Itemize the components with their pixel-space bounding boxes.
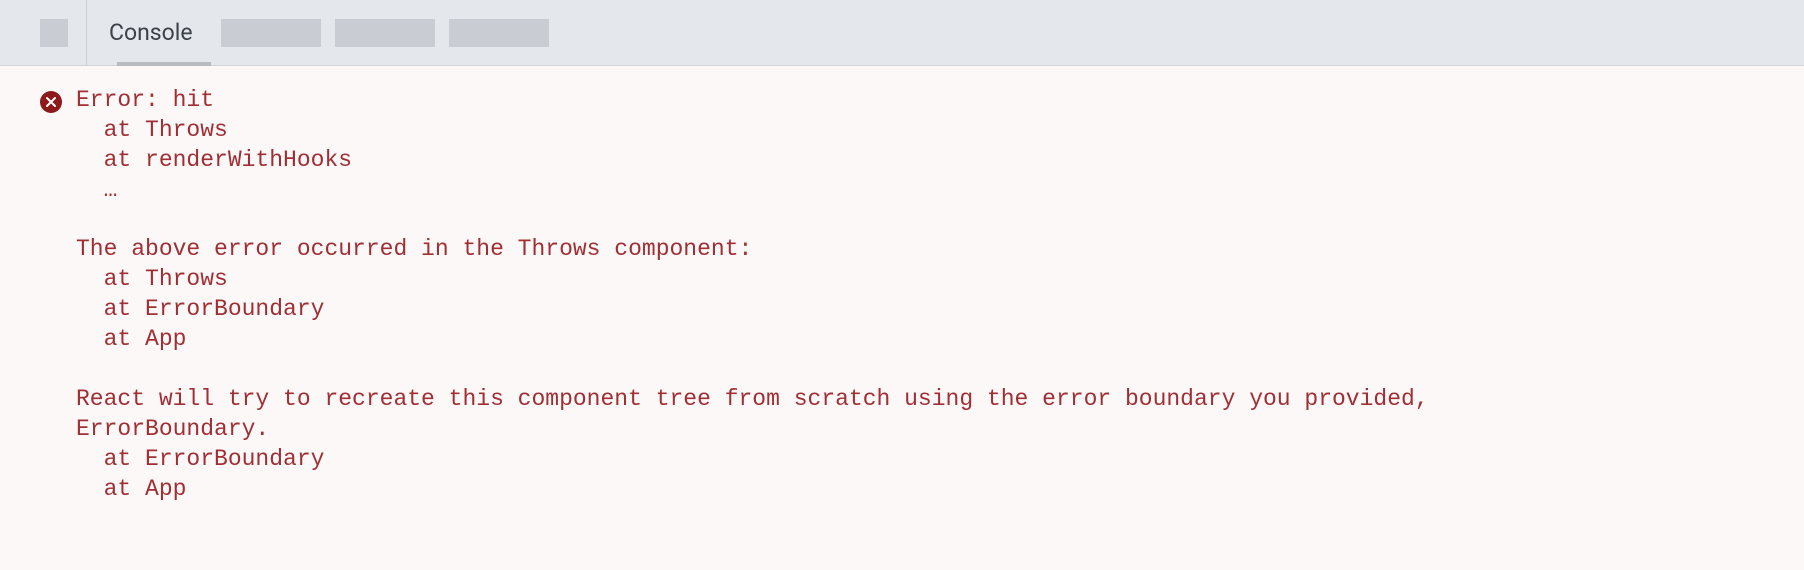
toolbar-divider (86, 0, 87, 66)
devtools-toolbar: Console (0, 0, 1804, 66)
toolbar-placeholder-3 (449, 19, 549, 47)
error-icon (40, 91, 62, 113)
toolbar-placeholder-2 (335, 19, 435, 47)
console-error-message: Error: hit at Throws at renderWithHooks … (76, 86, 1429, 504)
console-content: Error: hit at Throws at renderWithHooks … (0, 66, 1804, 504)
tab-indicator (117, 62, 211, 66)
toolbar-placeholder-1 (221, 19, 321, 47)
toolbar-placeholder-square (40, 19, 68, 47)
tab-console[interactable]: Console (109, 13, 193, 52)
